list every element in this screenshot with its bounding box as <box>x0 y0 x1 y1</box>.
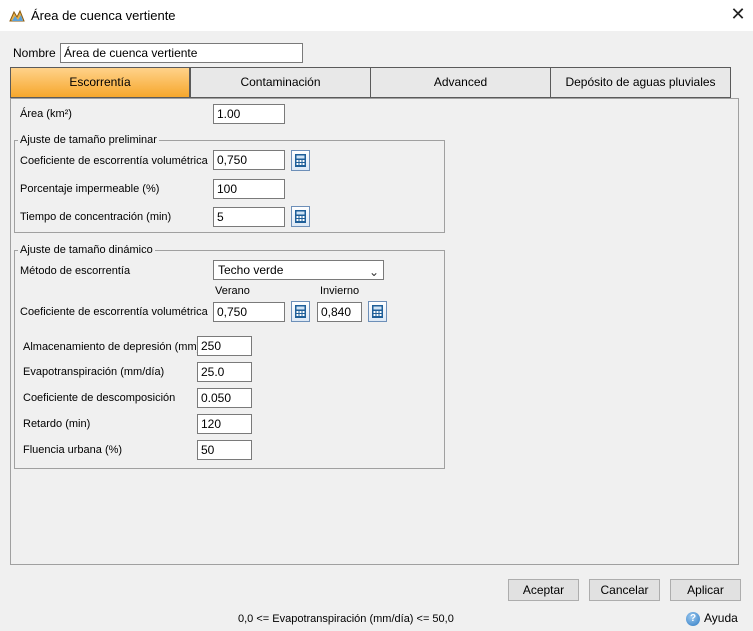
calculator-icon[interactable] <box>368 301 387 322</box>
name-label: Nombre <box>13 46 56 60</box>
tab-advanced[interactable]: Advanced <box>370 67 551 98</box>
dynamic-runoff-label: Coeficiente de escorrentía volumétrica <box>20 306 208 318</box>
winter-runoff-input[interactable]: 0,840 <box>317 302 362 322</box>
summer-label: Verano <box>215 285 250 297</box>
summer-runoff-input[interactable]: 0,750 <box>213 302 285 322</box>
decay-input[interactable]: 0.050 <box>197 388 252 408</box>
status-text: 0,0 <= Evapotranspiración (mm/día) <= 50… <box>238 613 454 625</box>
close-icon[interactable]: ✕ <box>728 4 748 24</box>
depression-input[interactable]: 250 <box>197 336 252 356</box>
prelim-runoff-label: Coeficiente de escorrentía volumétrica <box>20 155 208 167</box>
tab-contaminacion[interactable]: Contaminación <box>190 67 371 98</box>
dynamic-group <box>14 250 445 469</box>
evapo-input[interactable]: 25.0 <box>197 362 252 382</box>
lag-input[interactable]: 120 <box>197 414 252 434</box>
method-value: Techo verde <box>218 263 284 277</box>
concentration-label: Tiempo de concentración (min) <box>20 211 172 223</box>
name-field[interactable]: Área de cuenca vertiente <box>60 43 303 63</box>
prelim-runoff-input[interactable]: 0,750 <box>213 150 285 170</box>
help-label: Ayuda <box>704 611 738 625</box>
tab-deposito[interactable]: Depósito de aguas pluviales <box>550 67 731 98</box>
urban-creep-input[interactable]: 50 <box>197 440 252 460</box>
dynamic-title: Ajuste de tamaño dinámico <box>18 244 155 256</box>
area-label: Área (km²) <box>20 108 72 120</box>
decay-label: Coeficiente de descomposición <box>23 392 176 404</box>
calculator-icon[interactable] <box>291 206 310 227</box>
window-title: Área de cuenca vertiente <box>31 8 176 23</box>
preliminary-title: Ajuste de tamaño preliminar <box>18 134 159 146</box>
help-link[interactable]: ? Ayuda <box>686 611 738 626</box>
calculator-icon[interactable] <box>291 150 310 171</box>
tab-escorrentia[interactable]: Escorrentía <box>10 67 190 98</box>
apply-button[interactable]: Aplicar <box>670 579 741 601</box>
cancel-button[interactable]: Cancelar <box>589 579 660 601</box>
lag-label: Retardo (min) <box>23 418 91 430</box>
concentration-input[interactable]: 5 <box>213 207 285 227</box>
accept-button[interactable]: Aceptar <box>508 579 579 601</box>
winter-label: Invierno <box>320 285 360 297</box>
evapo-label: Evapotranspiración (mm/día) <box>23 366 165 378</box>
catchment-icon <box>9 9 25 22</box>
calculator-icon[interactable] <box>291 301 310 322</box>
chevron-down-icon: ⌄ <box>368 265 379 279</box>
depression-label: Almacenamiento de depresión (mm) <box>23 341 201 353</box>
title-bar: Área de cuenca vertiente ✕ <box>0 0 753 32</box>
method-select[interactable]: Techo verde ⌄ <box>213 260 384 280</box>
area-input[interactable]: 1.00 <box>213 104 285 124</box>
impervious-label: Porcentaje impermeable (%) <box>20 183 160 195</box>
method-label: Método de escorrentía <box>20 265 131 277</box>
tab-bar: Escorrentía Contaminación Advanced Depós… <box>10 67 731 98</box>
impervious-input[interactable]: 100 <box>213 179 285 199</box>
help-icon: ? <box>686 612 700 626</box>
urban-creep-label: Fluencia urbana (%) <box>23 444 123 456</box>
